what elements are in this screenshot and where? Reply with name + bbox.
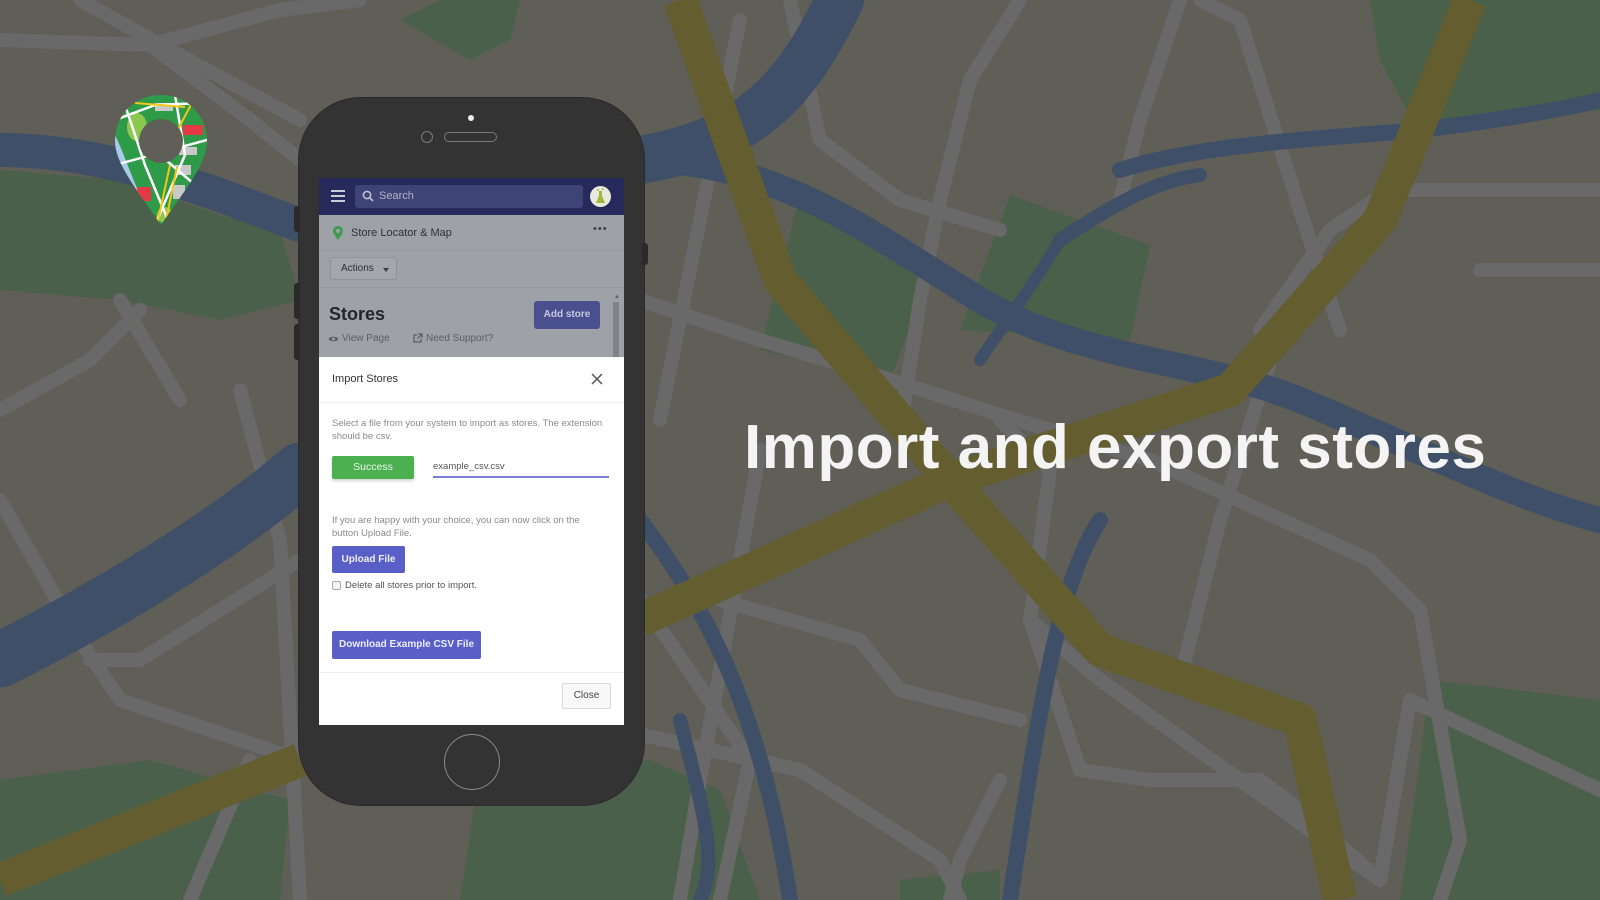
import-instructions: Select a file from your system to import… <box>332 418 603 442</box>
upload-file-button[interactable]: Upload File <box>332 546 405 573</box>
app-header: Store Locator & Map ••• <box>319 215 624 251</box>
caret-down-icon <box>383 268 389 272</box>
scrollbar[interactable]: ▲ <box>612 294 620 357</box>
store-locator-logo-icon <box>115 95 207 225</box>
file-name-input[interactable] <box>433 456 609 478</box>
search-placeholder: Search <box>379 190 414 202</box>
phone-mockup: Search Store Locator & Map ••• Actions S… <box>294 98 648 805</box>
speaker-grille <box>444 132 497 142</box>
scroll-up-icon[interactable]: ▲ <box>614 294 620 300</box>
home-button[interactable] <box>444 734 500 790</box>
upload-instructions: If you are happy with your choice, you c… <box>332 515 580 539</box>
success-status-button[interactable]: Success <box>332 456 414 479</box>
power-button <box>642 243 648 265</box>
front-camera <box>421 131 433 143</box>
external-link-icon <box>413 333 423 343</box>
phone-screen: Search Store Locator & Map ••• Actions S… <box>319 178 624 725</box>
need-support-link[interactable]: Need Support? <box>413 333 493 344</box>
need-support-label: Need Support? <box>426 333 494 344</box>
camera-dot <box>468 115 474 121</box>
more-dots-icon[interactable]: ••• <box>593 223 608 235</box>
delete-stores-checkbox[interactable] <box>332 581 341 590</box>
page-overlay: Store Locator & Map ••• Actions Stores A… <box>319 215 624 357</box>
modal-footer: Close <box>319 672 624 725</box>
eye-icon <box>328 336 339 342</box>
mute-switch <box>294 206 300 232</box>
page-title: Stores <box>329 304 386 324</box>
map-pin-icon <box>333 226 343 240</box>
delete-stores-label[interactable]: Delete all stores prior to import. <box>345 580 477 591</box>
modal-header: Import Stores <box>319 357 624 403</box>
view-page-label: View Page <box>342 333 390 344</box>
app-topbar: Search <box>319 178 624 215</box>
close-icon[interactable] <box>590 372 604 386</box>
flask-avatar-icon <box>596 188 605 203</box>
hamburger-icon[interactable] <box>331 190 345 202</box>
download-example-csv-button[interactable]: Download Example CSV File <box>332 631 481 659</box>
avatar[interactable] <box>590 186 611 207</box>
app-title: Store Locator & Map <box>351 227 452 239</box>
volume-up-button <box>294 283 300 319</box>
close-button[interactable]: Close <box>562 683 611 709</box>
volume-down-button <box>294 324 300 360</box>
search-icon <box>362 190 374 202</box>
view-page-link[interactable]: View Page <box>328 333 390 344</box>
scroll-thumb[interactable] <box>613 302 619 357</box>
headline: Import and export stores <box>744 413 1487 482</box>
actions-label: Actions <box>341 263 374 274</box>
add-store-button[interactable]: Add store <box>534 301 600 329</box>
import-stores-modal: Import Stores Select a file from your sy… <box>319 357 624 725</box>
search-input[interactable]: Search <box>355 185 583 208</box>
divider <box>319 287 624 288</box>
modal-title: Import Stores <box>332 373 399 385</box>
actions-dropdown[interactable]: Actions <box>330 257 397 280</box>
